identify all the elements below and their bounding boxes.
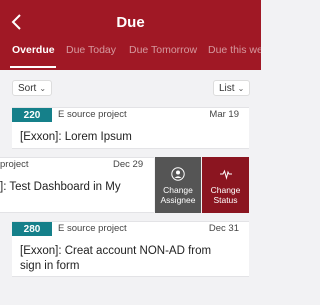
project-name: project <box>0 159 29 170</box>
app-header: Due Overdue Due Today Due Tomorrow Due t… <box>0 0 261 70</box>
task-title-line-1: [Exxon]: Creat account NON-AD from <box>20 245 212 257</box>
tab-due-tomorrow[interactable]: Due Tomorrow <box>129 44 197 56</box>
tab-overdue[interactable]: Overdue <box>12 44 55 56</box>
task-card[interactable]: 220 E source project Mar 19 [Exxon]: Lor… <box>12 107 249 149</box>
change-assignee-button[interactable]: Change Assignee <box>155 157 201 213</box>
tab-due-this-week[interactable]: Due this we <box>208 44 261 56</box>
task-title: [Exxon]: Lorem Ipsum <box>20 131 132 143</box>
sort-label: Sort <box>18 82 37 94</box>
chevron-down-icon: ⌄ <box>237 83 245 93</box>
change-assignee-label-1: Change <box>163 185 193 195</box>
project-name: E source project <box>58 109 127 120</box>
task-id-badge: 280 <box>12 222 52 236</box>
task-title-line-2: sign in form <box>20 260 80 272</box>
view-mode-label: List <box>219 82 235 94</box>
task-card[interactable]: 280 E source project Dec 31 [Exxon]: Cre… <box>12 221 249 277</box>
view-mode-button[interactable]: List ⌄ <box>213 80 251 96</box>
due-date: Dec 29 <box>113 159 144 170</box>
due-date: Mar 19 <box>209 109 239 120</box>
change-status-label-1: Change <box>210 185 241 195</box>
chevron-down-icon: ⌄ <box>39 83 47 93</box>
task-card-swiped[interactable]: project Dec 29 ]: Test Dashboard in My <box>0 157 154 213</box>
task-title: ]: Test Dashboard in My <box>0 181 121 193</box>
tab-due-today[interactable]: Due Today <box>66 44 116 56</box>
change-status-button[interactable]: Change Status <box>202 157 249 213</box>
due-date: Dec 31 <box>208 223 239 234</box>
change-assignee-label-2: Assignee <box>160 195 196 205</box>
project-name: E source project <box>58 223 127 234</box>
user-circle-icon <box>171 167 185 181</box>
change-status-label-2: Status <box>213 195 238 205</box>
active-tab-indicator <box>10 66 56 68</box>
tab-bar: Overdue Due Today Due Tomorrow Due this … <box>0 44 261 66</box>
task-id-badge: 220 <box>12 108 52 122</box>
pulse-icon <box>219 169 232 180</box>
page-title: Due <box>116 14 145 31</box>
sort-button[interactable]: Sort ⌄ <box>12 80 53 96</box>
